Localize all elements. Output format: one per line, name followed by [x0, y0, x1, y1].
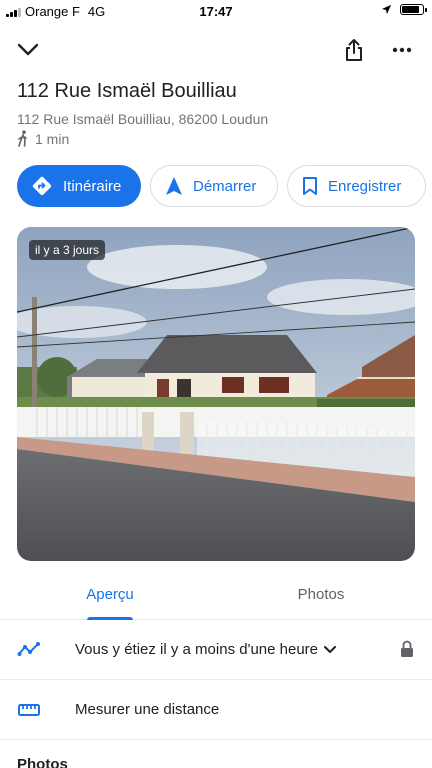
share-button[interactable] — [338, 34, 370, 66]
ruler-icon — [18, 704, 40, 716]
tab-photos[interactable]: Photos — [281, 586, 361, 603]
more-vert-icon — [392, 47, 412, 53]
tab-overview[interactable]: Aperçu — [70, 586, 150, 603]
visit-history-label: Vous y étiez il y a moins d'une heure — [75, 641, 319, 658]
status-time: 17:47 — [199, 4, 233, 19]
start-label: Démarrer — [193, 177, 257, 195]
house-street-image — [17, 227, 415, 561]
walking-time: 1 min — [17, 130, 69, 147]
timeline-icon — [17, 642, 40, 656]
share-icon — [346, 39, 362, 61]
save-button[interactable]: Enregistrer — [287, 165, 426, 207]
bookmark-icon — [303, 177, 317, 195]
chevron-down-icon — [17, 43, 39, 56]
directions-label: Itinéraire — [63, 177, 122, 195]
save-label: Enregistrer — [328, 177, 402, 195]
battery-icon — [400, 4, 427, 15]
chevron-down-icon — [324, 645, 337, 653]
measure-distance-label: Mesurer une distance — [75, 701, 220, 718]
action-buttons: Itinéraire Démarrer Enregistrer — [17, 165, 426, 207]
measure-distance-row[interactable]: Mesurer une distance — [0, 680, 432, 740]
place-address: 112 Rue Ismaël Bouilliau, 86200 Loudun — [17, 111, 269, 127]
status-bar: Orange F 4G 17:47 — [0, 0, 432, 22]
photos-section-heading: Photos — [17, 756, 68, 768]
collapse-button[interactable] — [12, 34, 44, 66]
top-bar — [0, 30, 432, 70]
more-options-button[interactable] — [386, 34, 418, 66]
place-title: 112 Rue Ismaël Bouilliau — [17, 80, 237, 102]
start-button[interactable]: Démarrer — [150, 165, 278, 207]
location-arrow-icon — [381, 4, 392, 15]
street-view-photo[interactable]: il y a 3 jours — [17, 227, 415, 561]
walking-icon — [18, 130, 27, 147]
directions-button[interactable]: Itinéraire — [17, 165, 141, 207]
photo-age-badge: il y a 3 jours — [29, 240, 106, 260]
navigation-arrow-icon — [166, 177, 182, 195]
visit-history-row[interactable]: Vous y étiez il y a moins d'une heure — [0, 620, 432, 680]
directions-icon — [32, 176, 52, 196]
walking-time-label: 1 min — [35, 130, 70, 147]
lock-icon — [401, 640, 413, 657]
tab-bar: Aperçu Photos — [0, 576, 432, 620]
